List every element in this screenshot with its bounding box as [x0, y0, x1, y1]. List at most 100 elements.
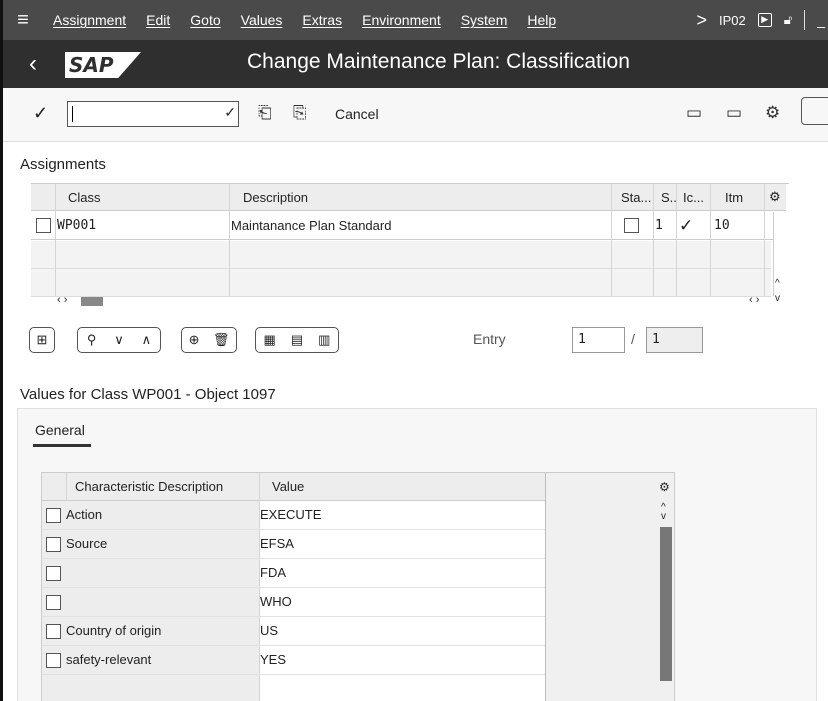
- more-chevron-icon[interactable]: >: [697, 10, 708, 31]
- menu-assignment[interactable]: Assignment: [43, 12, 136, 28]
- row-select-checkbox[interactable]: [46, 537, 61, 552]
- scroll-down-icon[interactable]: v: [775, 293, 780, 304]
- divider: [804, 10, 806, 30]
- table-row[interactable]: [42, 675, 545, 701]
- hamburger-menu-icon[interactable]: ≡: [3, 9, 43, 32]
- assignments-table: Class Description Sta... S.. Ic... Itm ⚙…: [31, 183, 789, 309]
- chevron-down-icon[interactable]: ∨: [114, 332, 124, 348]
- row-select-checkbox[interactable]: [46, 508, 61, 523]
- table-row[interactable]: [31, 269, 771, 297]
- scroll-up-icon[interactable]: ^: [775, 278, 780, 289]
- characteristic-description: Country of origin: [66, 623, 162, 638]
- characteristic-value[interactable]: EXECUTE: [260, 507, 321, 522]
- add-icon[interactable]: ⊕: [189, 332, 200, 348]
- scroll-thumb[interactable]: [81, 297, 103, 306]
- menu-goto[interactable]: Goto: [180, 12, 230, 28]
- back-icon[interactable]: ‹: [29, 50, 37, 78]
- minimize-icon[interactable]: _: [817, 12, 825, 28]
- menu-help[interactable]: Help: [517, 12, 566, 28]
- select-block-icon[interactable]: ▤: [291, 332, 303, 348]
- characteristic-value[interactable]: WHO: [260, 594, 292, 609]
- scroll-left-right-icon[interactable]: ‹ ›: [57, 294, 67, 306]
- menu-bar: ≡ Assignment Edit Goto Values Extras Env…: [3, 0, 828, 40]
- characteristic-value[interactable]: YES: [260, 652, 286, 667]
- table-row[interactable]: WP001 Maintanance Plan Standard 1 ✓ 10: [31, 212, 786, 240]
- col-characteristic-description[interactable]: Characteristic Description: [75, 479, 223, 494]
- transaction-code: IP02: [719, 12, 746, 28]
- delete-icon[interactable]: 🗑︎: [213, 332, 230, 348]
- vertical-scrollbar[interactable]: ^: [773, 212, 786, 296]
- col-description[interactable]: Description: [243, 190, 308, 205]
- entry-total-field: 1: [646, 327, 703, 353]
- column-divider: [676, 184, 677, 296]
- description-cell: Maintanance Plan Standard: [231, 218, 392, 233]
- play-icon[interactable]: ▶: [757, 13, 772, 27]
- column-divider: [611, 184, 612, 296]
- exit-icon[interactable]: ⎘: [293, 103, 307, 123]
- col-s[interactable]: S..: [661, 190, 677, 205]
- class-cell[interactable]: WP001: [57, 218, 96, 233]
- scroll-up-down-icon[interactable]: ^ v: [661, 503, 666, 522]
- select-all-icon[interactable]: ▦: [264, 332, 276, 348]
- gear-icon[interactable]: ⚙︎: [769, 189, 781, 205]
- deselect-all-icon[interactable]: ▥: [318, 332, 330, 348]
- table-row[interactable]: Action EXECUTE: [42, 501, 545, 530]
- row-select-checkbox[interactable]: [46, 566, 61, 581]
- scroll-right-left-icon[interactable]: ‹ ›: [749, 294, 759, 306]
- new-window-icon[interactable]: ▭: [726, 103, 742, 123]
- menu-environment[interactable]: Environment: [352, 12, 451, 28]
- enter-check-icon[interactable]: ✓: [33, 103, 48, 124]
- col-class[interactable]: Class: [68, 190, 101, 205]
- application-toolbar: ✓ ✓ ⎗ ⎘ Cancel ▭ ▭ ⚙︎: [3, 88, 828, 142]
- cancel-button[interactable]: Cancel: [335, 106, 379, 122]
- chevron-down-icon[interactable]: ✓: [224, 104, 236, 121]
- column-divider: [710, 184, 711, 296]
- menu-edit[interactable]: Edit: [136, 12, 180, 28]
- sap-window: ≡ Assignment Edit Goto Values Extras Env…: [0, 0, 828, 701]
- settings-icon[interactable]: ⚙︎: [765, 103, 780, 123]
- details-button[interactable]: ⊞: [29, 327, 55, 353]
- characteristic-value[interactable]: EFSA: [260, 536, 294, 551]
- row-select-checkbox[interactable]: [36, 218, 51, 233]
- entry-label: Entry: [473, 331, 506, 347]
- row-select-checkbox[interactable]: [46, 595, 61, 610]
- col-item[interactable]: Itm: [725, 190, 743, 205]
- menu-system[interactable]: System: [451, 12, 518, 28]
- characteristic-value[interactable]: US: [260, 623, 278, 638]
- gear-icon[interactable]: ⚙︎: [659, 480, 670, 494]
- column-divider: [653, 184, 654, 296]
- row-select-checkbox[interactable]: [46, 653, 61, 668]
- window-icon[interactable]: ▭: [686, 103, 702, 123]
- col-value[interactable]: Value: [272, 479, 304, 494]
- search-icon[interactable]: ⚲: [87, 332, 97, 348]
- tab-general[interactable]: General: [35, 422, 85, 438]
- characteristics-table: Characteristic Description Value ⚙︎ ^ v A…: [41, 472, 675, 701]
- item-cell: 10: [714, 218, 730, 233]
- col-status[interactable]: Sta...: [621, 190, 651, 205]
- table-row[interactable]: Source EFSA: [42, 530, 545, 559]
- assignments-title: Assignments: [20, 156, 106, 173]
- characteristic-value[interactable]: FDA: [260, 565, 286, 580]
- s-cell: 1: [655, 218, 663, 233]
- col-icon[interactable]: Ic...: [683, 190, 704, 205]
- entry-current-input[interactable]: 1: [572, 327, 625, 353]
- values-title: Values for Class WP001 - Object 1097: [20, 386, 276, 403]
- chevron-up-icon[interactable]: ∧: [142, 332, 152, 348]
- horizontal-scrollbar[interactable]: ‹ › ‹ › v: [31, 293, 786, 308]
- command-field[interactable]: ✓: [67, 101, 239, 127]
- layout-menu-icon[interactable]: [801, 97, 828, 125]
- row-select-checkbox[interactable]: [46, 624, 61, 639]
- table-row[interactable]: Country of origin US: [42, 617, 545, 646]
- table-row[interactable]: safety-relevant YES: [42, 646, 545, 675]
- characteristic-description: Source: [66, 536, 108, 551]
- status-checkbox[interactable]: [624, 218, 639, 233]
- scroll-thumb[interactable]: [660, 527, 672, 681]
- menu-values[interactable]: Values: [231, 12, 293, 28]
- back-step-icon[interactable]: ⎗: [258, 103, 272, 123]
- lock-icon[interactable]: 🔓︎: [784, 12, 792, 28]
- column-divider: [229, 184, 230, 296]
- table-row[interactable]: [31, 241, 771, 269]
- table-row[interactable]: FDA: [42, 559, 545, 588]
- menu-extras[interactable]: Extras: [292, 12, 352, 28]
- table-row[interactable]: WHO: [42, 588, 545, 617]
